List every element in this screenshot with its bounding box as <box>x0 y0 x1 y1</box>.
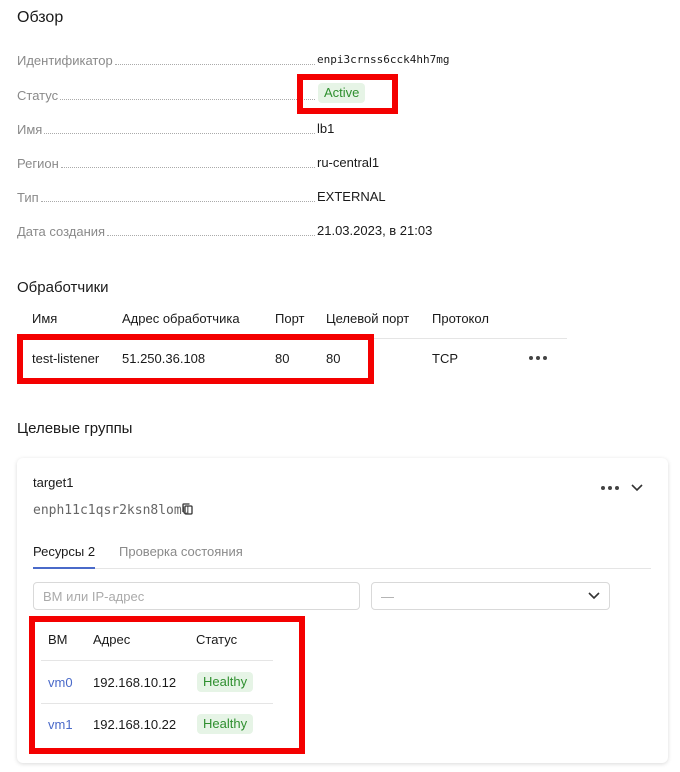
row-created-label: Дата создания <box>17 224 106 239</box>
dotted-leader <box>44 133 315 134</box>
status-badge: Active <box>318 83 366 103</box>
listener-target-port: 80 <box>326 351 341 366</box>
row-region-value: ru-central1 <box>317 155 380 170</box>
row-id-label: Идентификатор <box>17 53 113 68</box>
dotted-leader <box>60 167 315 168</box>
listener-protocol: TCP <box>432 351 458 366</box>
vm-search-input[interactable] <box>33 582 360 610</box>
dotted-leader <box>114 64 315 65</box>
row-name-value: lb1 <box>317 121 335 136</box>
row-status-label: Статус <box>17 88 59 103</box>
tabs-divider <box>33 568 651 569</box>
tab-active-underline <box>33 567 95 569</box>
row-region-label: Регион <box>17 156 59 171</box>
table-divider <box>41 703 273 704</box>
vm-link-vm0[interactable]: vm0 <box>48 675 73 690</box>
tab-health-check[interactable]: Проверка состояния <box>119 544 243 559</box>
row-name-label: Имя <box>17 122 43 137</box>
row-created: Дата создания <box>17 220 317 240</box>
col-vm-status: Статус <box>196 632 238 647</box>
col-port: Порт <box>275 311 305 326</box>
chevron-down-icon <box>588 592 600 600</box>
listener-name: test-listener <box>32 351 100 366</box>
row-type-label: Тип <box>17 190 39 205</box>
table-divider <box>17 338 567 339</box>
overview-title: Обзор <box>17 9 64 26</box>
row-type: Тип <box>17 186 317 206</box>
row-created-value: 21.03.2023, в 21:03 <box>317 223 433 238</box>
target-group-name: target1 <box>33 475 74 490</box>
row-id-value: enpi3crnss6cck4hh7mg <box>317 53 450 66</box>
row-status: Статус <box>17 84 317 104</box>
copy-icon[interactable] <box>181 502 194 516</box>
chevron-down-icon[interactable] <box>630 483 644 493</box>
col-vm: ВМ <box>48 632 68 647</box>
vm-address: 192.168.10.22 <box>93 717 177 732</box>
listener-more-icon[interactable] <box>529 356 547 360</box>
status-badge-wrap: Active <box>318 83 366 103</box>
col-protocol: Протокол <box>432 311 489 326</box>
vm-status-wrap: Healthy <box>197 714 254 734</box>
row-type-value: EXTERNAL <box>317 189 386 204</box>
listener-port: 80 <box>275 351 290 366</box>
target-group-more-icon[interactable] <box>601 486 619 490</box>
health-badge: Healthy <box>197 672 254 692</box>
target-group-id: enph11c1qsr2ksn8lomu <box>33 503 190 518</box>
target-groups-title: Целевые группы <box>17 420 133 437</box>
tab-resources[interactable]: Ресурсы 2 <box>33 544 95 559</box>
row-id: Идентификатор <box>17 49 317 69</box>
vm-address: 192.168.10.12 <box>93 675 177 690</box>
vm-status-wrap: Healthy <box>197 672 254 692</box>
listeners-title: Обработчики <box>17 279 109 296</box>
dotted-leader <box>40 201 315 202</box>
vm-link-vm1[interactable]: vm1 <box>48 717 73 732</box>
col-vm-address: Адрес <box>93 632 131 647</box>
dotted-leader <box>60 99 315 100</box>
status-select[interactable]: — <box>371 582 610 610</box>
col-target-port: Целевой порт <box>326 311 410 326</box>
dotted-leader <box>107 235 315 236</box>
row-region: Регион <box>17 152 317 172</box>
col-address: Адрес обработчика <box>122 311 240 326</box>
row-name: Имя <box>17 118 317 138</box>
health-badge: Healthy <box>197 714 254 734</box>
listener-address: 51.250.36.108 <box>122 351 206 366</box>
col-name: Имя <box>32 311 58 326</box>
status-select-value: — <box>381 588 394 604</box>
table-divider <box>41 660 273 661</box>
